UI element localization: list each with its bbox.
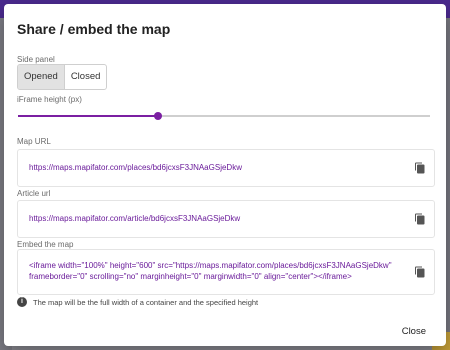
embed-map-label: Embed the map — [17, 240, 74, 249]
embed-code-line-1[interactable]: <iframe width="100%" height="600" src="h… — [29, 260, 392, 271]
map-url-label: Map URL — [17, 137, 51, 146]
copy-icon[interactable] — [414, 213, 426, 225]
article-url-value[interactable]: https://maps.mapifator.com/article/bd6jc… — [29, 213, 240, 224]
slider-thumb[interactable] — [154, 112, 163, 120]
embed-code-line-2[interactable]: frameborder="0" scrolling="no" marginhei… — [29, 271, 352, 282]
close-button[interactable]: Close — [402, 326, 426, 337]
dialog-title: Share / embed the map — [17, 21, 171, 37]
copy-icon[interactable] — [414, 266, 426, 278]
map-url-field[interactable]: https://maps.mapifator.com/places/bd6jcx… — [17, 149, 435, 187]
embed-code-field[interactable]: <iframe width="100%" height="600" src="h… — [17, 249, 435, 295]
article-url-field[interactable]: https://maps.mapifator.com/article/bd6jc… — [17, 200, 435, 238]
share-embed-dialog: Share / embed the map Side panel Opened … — [4, 4, 446, 346]
slider-fill — [18, 115, 159, 117]
side-panel-closed-button[interactable]: Closed — [63, 65, 107, 89]
iframe-height-label: iFrame height (px) — [17, 95, 82, 104]
map-url-value[interactable]: https://maps.mapifator.com/places/bd6jcx… — [29, 162, 242, 173]
side-panel-label: Side panel — [17, 55, 55, 64]
side-panel-opened-button[interactable]: Opened — [18, 65, 64, 89]
copy-icon[interactable] — [414, 162, 426, 174]
width-note: i The map will be the full width of a co… — [17, 297, 258, 307]
width-note-text: The map will be the full width of a cont… — [33, 297, 259, 307]
info-icon: i — [17, 297, 27, 307]
side-panel-toggle: Opened Closed — [17, 64, 108, 90]
iframe-height-slider[interactable] — [18, 112, 430, 120]
article-url-label: Article url — [17, 189, 51, 198]
